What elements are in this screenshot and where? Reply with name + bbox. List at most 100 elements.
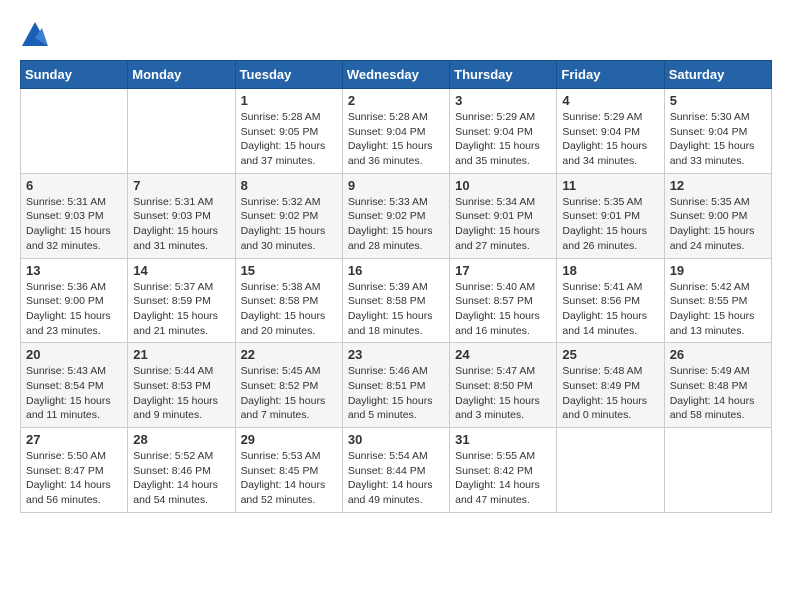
calendar-day-14: 14 Sunrise: 5:37 AM Sunset: 8:59 PM Dayli… <box>128 258 235 343</box>
calendar-week-row: 20 Sunrise: 5:43 AM Sunset: 8:54 PM Dayli… <box>21 343 772 428</box>
day-info: Sunrise: 5:36 AM Sunset: 9:00 PM Dayligh… <box>26 280 122 339</box>
day-info: Sunrise: 5:55 AM Sunset: 8:42 PM Dayligh… <box>455 449 551 508</box>
weekday-header-row: SundayMondayTuesdayWednesdayThursdayFrid… <box>21 61 772 89</box>
day-info: Sunrise: 5:47 AM Sunset: 8:50 PM Dayligh… <box>455 364 551 423</box>
day-number: 5 <box>670 93 766 108</box>
weekday-header-sunday: Sunday <box>21 61 128 89</box>
weekday-header-wednesday: Wednesday <box>342 61 449 89</box>
day-number: 15 <box>241 263 337 278</box>
day-number: 24 <box>455 347 551 362</box>
calendar-day-4: 4 Sunrise: 5:29 AM Sunset: 9:04 PM Daylig… <box>557 89 664 174</box>
calendar-day-16: 16 Sunrise: 5:39 AM Sunset: 8:58 PM Dayli… <box>342 258 449 343</box>
calendar-week-row: 27Sunrise: 5:50 AM Sunset: 8:47 PM Dayli… <box>21 428 772 513</box>
day-number: 14 <box>133 263 229 278</box>
calendar-day-23: 23 Sunrise: 5:46 AM Sunset: 8:51 PM Dayli… <box>342 343 449 428</box>
day-number: 2 <box>348 93 444 108</box>
calendar-day-13: 13 Sunrise: 5:36 AM Sunset: 9:00 PM Dayli… <box>21 258 128 343</box>
logo <box>20 20 54 50</box>
day-number: 28 <box>133 432 229 447</box>
calendar-day-6: 6 Sunrise: 5:31 AM Sunset: 9:03 PM Daylig… <box>21 173 128 258</box>
day-info: Sunrise: 5:35 AM Sunset: 9:01 PM Dayligh… <box>562 195 658 254</box>
calendar-day-17: 17Sunrise: 5:40 AM Sunset: 8:57 PM Dayli… <box>450 258 557 343</box>
calendar-day-26: 26 Sunrise: 5:49 AM Sunset: 8:48 PM Dayli… <box>664 343 771 428</box>
day-info: Sunrise: 5:28 AM Sunset: 9:04 PM Dayligh… <box>348 110 444 169</box>
weekday-header-tuesday: Tuesday <box>235 61 342 89</box>
calendar-day-29: 29Sunrise: 5:53 AM Sunset: 8:45 PM Dayli… <box>235 428 342 513</box>
calendar-day-27: 27Sunrise: 5:50 AM Sunset: 8:47 PM Dayli… <box>21 428 128 513</box>
calendar-day-8: 8 Sunrise: 5:32 AM Sunset: 9:02 PM Daylig… <box>235 173 342 258</box>
day-info: Sunrise: 5:38 AM Sunset: 8:58 PM Dayligh… <box>241 280 337 339</box>
day-info: Sunrise: 5:45 AM Sunset: 8:52 PM Dayligh… <box>241 364 337 423</box>
day-number: 17 <box>455 263 551 278</box>
day-number: 6 <box>26 178 122 193</box>
day-number: 26 <box>670 347 766 362</box>
calendar-day-19: 19Sunrise: 5:42 AM Sunset: 8:55 PM Dayli… <box>664 258 771 343</box>
day-info: Sunrise: 5:34 AM Sunset: 9:01 PM Dayligh… <box>455 195 551 254</box>
day-number: 20 <box>26 347 122 362</box>
day-info: Sunrise: 5:29 AM Sunset: 9:04 PM Dayligh… <box>562 110 658 169</box>
weekday-header-saturday: Saturday <box>664 61 771 89</box>
day-info: Sunrise: 5:37 AM Sunset: 8:59 PM Dayligh… <box>133 280 229 339</box>
day-number: 23 <box>348 347 444 362</box>
day-info: Sunrise: 5:52 AM Sunset: 8:46 PM Dayligh… <box>133 449 229 508</box>
calendar-day-22: 22 Sunrise: 5:45 AM Sunset: 8:52 PM Dayli… <box>235 343 342 428</box>
day-info: Sunrise: 5:30 AM Sunset: 9:04 PM Dayligh… <box>670 110 766 169</box>
logo-icon <box>20 20 50 50</box>
page-header <box>20 20 772 50</box>
calendar-empty-cell <box>21 89 128 174</box>
day-info: Sunrise: 5:29 AM Sunset: 9:04 PM Dayligh… <box>455 110 551 169</box>
day-number: 9 <box>348 178 444 193</box>
calendar-day-2: 2 Sunrise: 5:28 AM Sunset: 9:04 PM Daylig… <box>342 89 449 174</box>
weekday-header-friday: Friday <box>557 61 664 89</box>
day-number: 1 <box>241 93 337 108</box>
day-info: Sunrise: 5:43 AM Sunset: 8:54 PM Dayligh… <box>26 364 122 423</box>
calendar-day-25: 25 Sunrise: 5:48 AM Sunset: 8:49 PM Dayli… <box>557 343 664 428</box>
calendar-day-24: 24 Sunrise: 5:47 AM Sunset: 8:50 PM Dayli… <box>450 343 557 428</box>
calendar-week-row: 13 Sunrise: 5:36 AM Sunset: 9:00 PM Dayli… <box>21 258 772 343</box>
calendar-day-9: 9 Sunrise: 5:33 AM Sunset: 9:02 PM Daylig… <box>342 173 449 258</box>
calendar-day-7: 7 Sunrise: 5:31 AM Sunset: 9:03 PM Daylig… <box>128 173 235 258</box>
calendar-week-row: 1 Sunrise: 5:28 AM Sunset: 9:05 PM Daylig… <box>21 89 772 174</box>
day-info: Sunrise: 5:48 AM Sunset: 8:49 PM Dayligh… <box>562 364 658 423</box>
day-number: 8 <box>241 178 337 193</box>
calendar-table: SundayMondayTuesdayWednesdayThursdayFrid… <box>20 60 772 513</box>
day-info: Sunrise: 5:31 AM Sunset: 9:03 PM Dayligh… <box>133 195 229 254</box>
day-number: 21 <box>133 347 229 362</box>
day-number: 25 <box>562 347 658 362</box>
day-info: Sunrise: 5:54 AM Sunset: 8:44 PM Dayligh… <box>348 449 444 508</box>
day-number: 13 <box>26 263 122 278</box>
day-info: Sunrise: 5:35 AM Sunset: 9:00 PM Dayligh… <box>670 195 766 254</box>
day-info: Sunrise: 5:32 AM Sunset: 9:02 PM Dayligh… <box>241 195 337 254</box>
calendar-day-21: 21Sunrise: 5:44 AM Sunset: 8:53 PM Dayli… <box>128 343 235 428</box>
day-info: Sunrise: 5:41 AM Sunset: 8:56 PM Dayligh… <box>562 280 658 339</box>
day-number: 12 <box>670 178 766 193</box>
calendar-day-5: 5 Sunrise: 5:30 AM Sunset: 9:04 PM Daylig… <box>664 89 771 174</box>
calendar-day-28: 28 Sunrise: 5:52 AM Sunset: 8:46 PM Dayli… <box>128 428 235 513</box>
calendar-day-15: 15 Sunrise: 5:38 AM Sunset: 8:58 PM Dayli… <box>235 258 342 343</box>
calendar-week-row: 6 Sunrise: 5:31 AM Sunset: 9:03 PM Daylig… <box>21 173 772 258</box>
day-info: Sunrise: 5:28 AM Sunset: 9:05 PM Dayligh… <box>241 110 337 169</box>
day-info: Sunrise: 5:46 AM Sunset: 8:51 PM Dayligh… <box>348 364 444 423</box>
day-info: Sunrise: 5:42 AM Sunset: 8:55 PM Dayligh… <box>670 280 766 339</box>
day-number: 4 <box>562 93 658 108</box>
calendar-empty-cell <box>664 428 771 513</box>
calendar-day-3: 3 Sunrise: 5:29 AM Sunset: 9:04 PM Daylig… <box>450 89 557 174</box>
day-number: 10 <box>455 178 551 193</box>
calendar-day-18: 18Sunrise: 5:41 AM Sunset: 8:56 PM Dayli… <box>557 258 664 343</box>
day-number: 16 <box>348 263 444 278</box>
calendar-day-11: 11Sunrise: 5:35 AM Sunset: 9:01 PM Dayli… <box>557 173 664 258</box>
weekday-header-thursday: Thursday <box>450 61 557 89</box>
day-number: 7 <box>133 178 229 193</box>
day-info: Sunrise: 5:39 AM Sunset: 8:58 PM Dayligh… <box>348 280 444 339</box>
day-number: 29 <box>241 432 337 447</box>
day-info: Sunrise: 5:49 AM Sunset: 8:48 PM Dayligh… <box>670 364 766 423</box>
day-number: 3 <box>455 93 551 108</box>
day-info: Sunrise: 5:50 AM Sunset: 8:47 PM Dayligh… <box>26 449 122 508</box>
day-info: Sunrise: 5:31 AM Sunset: 9:03 PM Dayligh… <box>26 195 122 254</box>
calendar-day-1: 1 Sunrise: 5:28 AM Sunset: 9:05 PM Daylig… <box>235 89 342 174</box>
calendar-day-20: 20 Sunrise: 5:43 AM Sunset: 8:54 PM Dayli… <box>21 343 128 428</box>
day-info: Sunrise: 5:33 AM Sunset: 9:02 PM Dayligh… <box>348 195 444 254</box>
day-number: 31 <box>455 432 551 447</box>
day-number: 30 <box>348 432 444 447</box>
day-number: 22 <box>241 347 337 362</box>
